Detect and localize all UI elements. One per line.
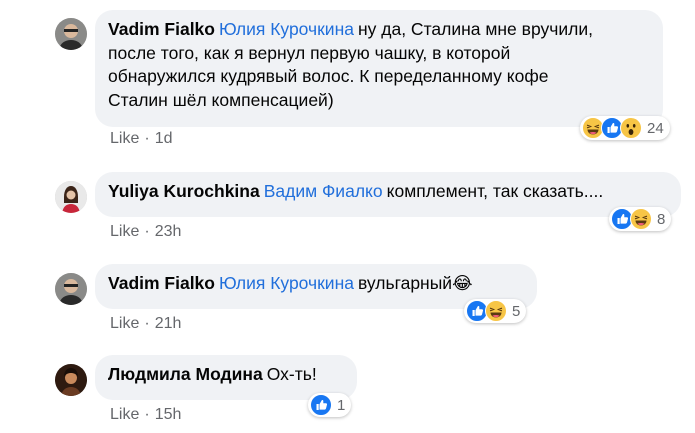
reaction-count: 24 <box>647 119 664 137</box>
avatar[interactable] <box>55 18 87 50</box>
comment-bubble: Vadim Fialko Юлия Курочкина ну да, Сталина… <box>95 10 663 127</box>
reaction-count: 8 <box>657 210 666 228</box>
timestamp[interactable]: 23h <box>155 223 182 240</box>
avatar-photo <box>55 181 87 213</box>
comment-text: вульгарный😂 <box>357 273 473 293</box>
mention-link[interactable]: Юлия Курочкина <box>219 273 354 293</box>
haha-reaction-icon <box>630 208 652 230</box>
comment-text-line: Сталин шёл компенсацией) <box>108 89 334 110</box>
reaction-summary[interactable]: 8 <box>609 207 672 231</box>
like-reaction-icon <box>310 394 332 416</box>
separator-dot: · <box>144 315 150 332</box>
reaction-summary[interactable]: 24 <box>580 116 670 140</box>
reaction-count: 1 <box>337 396 346 414</box>
comment-text-line: ну да, Сталина мне вручили, <box>357 19 593 39</box>
comment-actions: Like · 15h <box>110 406 181 424</box>
separator-dot: · <box>144 130 150 147</box>
mention-link[interactable]: Юлия Курочкина <box>219 19 354 39</box>
separator-dot: · <box>144 223 150 240</box>
comment-text: комплемент, так сказать.... <box>386 181 604 201</box>
comment-text-line: обнаружился кудрявый волос. К переделанн… <box>108 66 549 86</box>
avatar[interactable] <box>55 181 87 213</box>
comment-text: Ох-ть! <box>266 364 317 384</box>
comment-author[interactable]: Vadim Fialko <box>108 273 215 293</box>
reaction-summary[interactable]: 5 <box>464 299 527 323</box>
separator-dot: · <box>144 406 150 423</box>
reaction-summary[interactable]: 1 <box>308 393 352 417</box>
timestamp[interactable]: 1d <box>155 130 173 147</box>
avatar-photo <box>55 273 87 305</box>
like-button[interactable]: Like <box>110 223 139 240</box>
comment-actions: Like · 23h <box>110 223 181 241</box>
mention-link[interactable]: Вадим Фиалко <box>264 181 383 201</box>
wow-reaction-icon <box>620 117 642 139</box>
haha-reaction-icon <box>485 300 507 322</box>
like-button[interactable]: Like <box>110 315 139 332</box>
comment-author[interactable]: Yuliya Kurochkina <box>108 181 260 201</box>
comment-bubble: Yuliya Kurochkina Вадим Фиалко комплемент,… <box>95 172 681 217</box>
avatar[interactable] <box>55 273 87 305</box>
timestamp[interactable]: 21h <box>155 315 182 332</box>
avatar-photo <box>55 18 87 50</box>
comment-text-line: после того, как я вернул первую чашку, в… <box>108 42 511 63</box>
comment-actions: Like · 1d <box>110 130 172 148</box>
timestamp[interactable]: 15h <box>155 406 182 423</box>
reaction-count: 5 <box>512 302 521 320</box>
comment-author[interactable]: Vadim Fialko <box>108 19 215 39</box>
like-button[interactable]: Like <box>110 406 139 423</box>
avatar[interactable] <box>55 364 87 396</box>
comment-author[interactable]: Людмила Модина <box>108 364 263 384</box>
avatar-photo <box>55 364 87 396</box>
like-button[interactable]: Like <box>110 130 139 147</box>
comment-actions: Like · 21h <box>110 315 181 333</box>
